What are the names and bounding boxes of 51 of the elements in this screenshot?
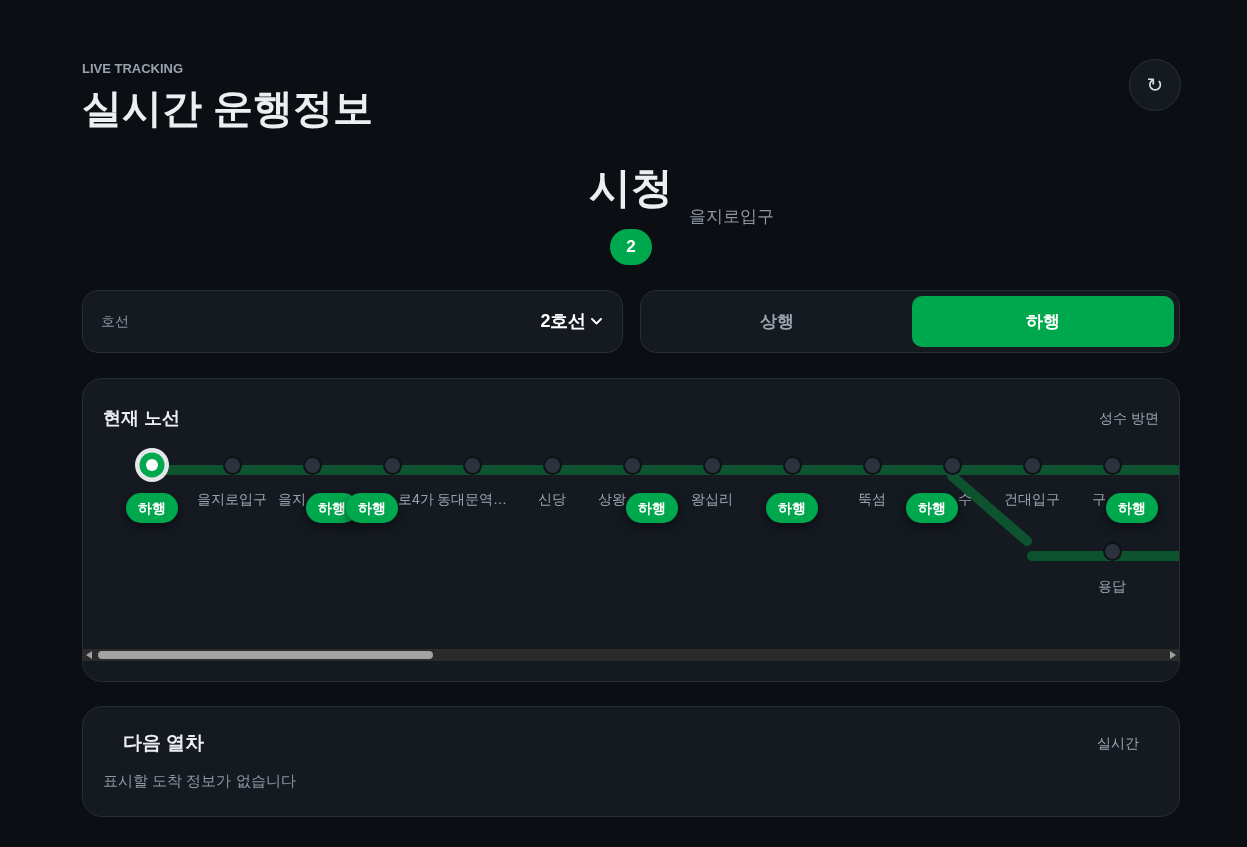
station-dot-icon[interactable]: [622, 455, 642, 475]
station-label: 을지로입구: [197, 490, 267, 509]
station-dot-icon[interactable]: [382, 455, 402, 475]
train-badge: 하행: [626, 493, 678, 523]
station-label: 건대입구: [1004, 490, 1060, 509]
refresh-button[interactable]: ↻: [1129, 59, 1181, 111]
station-label: 뚝섬: [858, 490, 886, 509]
station-label: 을지: [278, 490, 306, 509]
line-dropdown[interactable]: 2호선: [540, 308, 602, 335]
station-label: 왕십리: [691, 490, 733, 509]
station-label: 수: [958, 490, 972, 509]
train-badge: 하행: [906, 493, 958, 523]
page-title: 실시간 운행정보: [82, 85, 374, 132]
card-title: 현재 노선: [103, 407, 180, 430]
direction-tab[interactable]: 상행: [645, 296, 908, 347]
horizontal-scrollbar[interactable]: [83, 649, 1179, 661]
scroll-left-icon[interactable]: [86, 651, 92, 659]
caret-icon: [590, 318, 602, 325]
station-label: 상왕: [598, 490, 626, 509]
train-badge: 하행: [766, 493, 818, 523]
station-dot-icon[interactable]: [782, 455, 802, 475]
station-dot-icon[interactable]: [1102, 455, 1122, 475]
station-dot-icon[interactable]: [1022, 455, 1042, 475]
train-badge: 하행: [126, 493, 178, 523]
card-title: 다음 열차: [123, 731, 205, 755]
scrollbar-thumb[interactable]: [98, 651, 433, 659]
line-number-badge: 2: [610, 229, 652, 265]
empty-message: 표시할 도착 정보가 없습니다: [103, 771, 296, 791]
station-dot-icon[interactable]: [462, 455, 482, 475]
station-dot-icon[interactable]: [302, 455, 322, 475]
station-label: 용답: [1098, 577, 1126, 596]
station-dot-icon[interactable]: [862, 455, 882, 475]
scroll-right-icon[interactable]: [1170, 651, 1176, 659]
train-badge: 하행: [1106, 493, 1158, 523]
live-label: 실시간: [1097, 734, 1139, 753]
station-dot-icon[interactable]: [222, 455, 242, 475]
station-dot-icon[interactable]: [135, 448, 169, 482]
train-badge: 하행: [346, 493, 398, 523]
station-label: 신당: [538, 490, 566, 509]
station-label: 로4가: [398, 490, 434, 509]
station-label: 동대문역…: [437, 490, 507, 509]
direction-label: 성수 방면: [1099, 409, 1159, 428]
next-station-name: 을지로입구: [689, 207, 774, 226]
station-name: 시청: [589, 163, 673, 213]
station-dot-icon[interactable]: [942, 455, 962, 475]
station-dot-icon[interactable]: [702, 455, 722, 475]
station-dot-icon[interactable]: [542, 455, 562, 475]
section-label: LIVE TRACKING: [82, 60, 184, 78]
station-dot-icon[interactable]: [1102, 541, 1122, 561]
line-label: 호선: [101, 312, 129, 331]
station-label: 구: [1092, 490, 1106, 509]
